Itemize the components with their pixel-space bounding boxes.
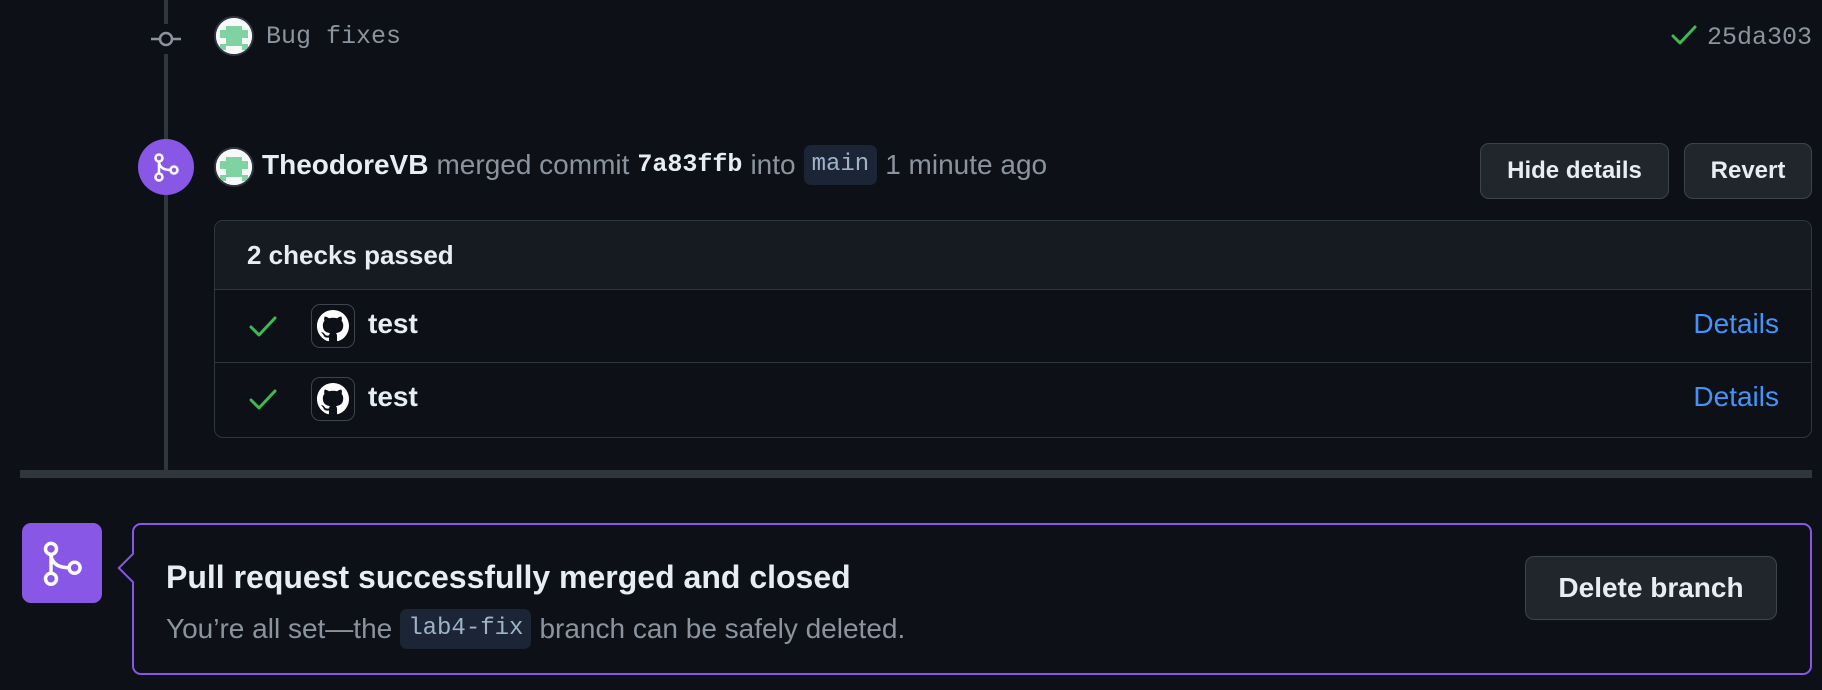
merge-event-text: TheodoreVB merged commit 7a83ffb into ma… xyxy=(262,145,1047,185)
details-link[interactable]: Details xyxy=(1693,306,1779,342)
merged-icon xyxy=(22,523,102,603)
hide-details-button[interactable]: Hide details xyxy=(1480,143,1669,199)
check-icon[interactable] xyxy=(1671,24,1697,51)
merge-icon xyxy=(138,139,194,195)
timeline-line xyxy=(164,0,168,470)
commit-icon xyxy=(150,24,182,54)
check-icon xyxy=(249,387,277,416)
github-icon xyxy=(311,377,355,421)
check-icon xyxy=(249,314,277,343)
check-row: test Details xyxy=(215,290,1811,362)
merged-title: Pull request successfully merged and clo… xyxy=(166,559,851,595)
commit-message[interactable]: Bug fixes xyxy=(266,20,401,54)
into-text: into xyxy=(750,149,796,180)
github-icon xyxy=(311,304,355,348)
check-name: test xyxy=(368,308,418,339)
commit-sha-link[interactable]: 25da303 xyxy=(1707,23,1812,52)
timeline-separator xyxy=(20,470,1812,478)
delete-branch-button[interactable]: Delete branch xyxy=(1525,556,1777,620)
target-branch-label[interactable]: main xyxy=(803,145,878,185)
merge-action: merged commit xyxy=(436,149,630,180)
checks-panel: 2 checks passed test Details test Detail… xyxy=(214,220,1812,438)
avatar[interactable] xyxy=(214,16,254,56)
details-link[interactable]: Details xyxy=(1693,379,1779,415)
user-link[interactable]: TheodoreVB xyxy=(262,145,428,185)
checks-header: 2 checks passed xyxy=(215,221,1811,290)
merge-time[interactable]: 1 minute ago xyxy=(885,145,1047,185)
branch-label[interactable]: lab4-fix xyxy=(400,609,532,649)
commit-status: 25da303 xyxy=(1671,20,1812,54)
merged-sub-prefix: You’re all set—the xyxy=(166,613,393,644)
revert-button[interactable]: Revert xyxy=(1684,143,1812,199)
avatar[interactable] xyxy=(214,147,254,187)
pr-timeline: Bug fixes 25da303 TheodoreVB merged comm… xyxy=(0,0,1822,690)
merged-sub-suffix: branch can be safely deleted. xyxy=(539,613,906,644)
check-row: test Details xyxy=(215,362,1811,434)
merge-commit-sha[interactable]: 7a83ffb xyxy=(637,145,742,185)
check-name: test xyxy=(368,381,418,412)
merged-subtitle: You’re all set—the lab4-fix branch can b… xyxy=(166,609,905,649)
notice-pointer xyxy=(117,552,149,584)
